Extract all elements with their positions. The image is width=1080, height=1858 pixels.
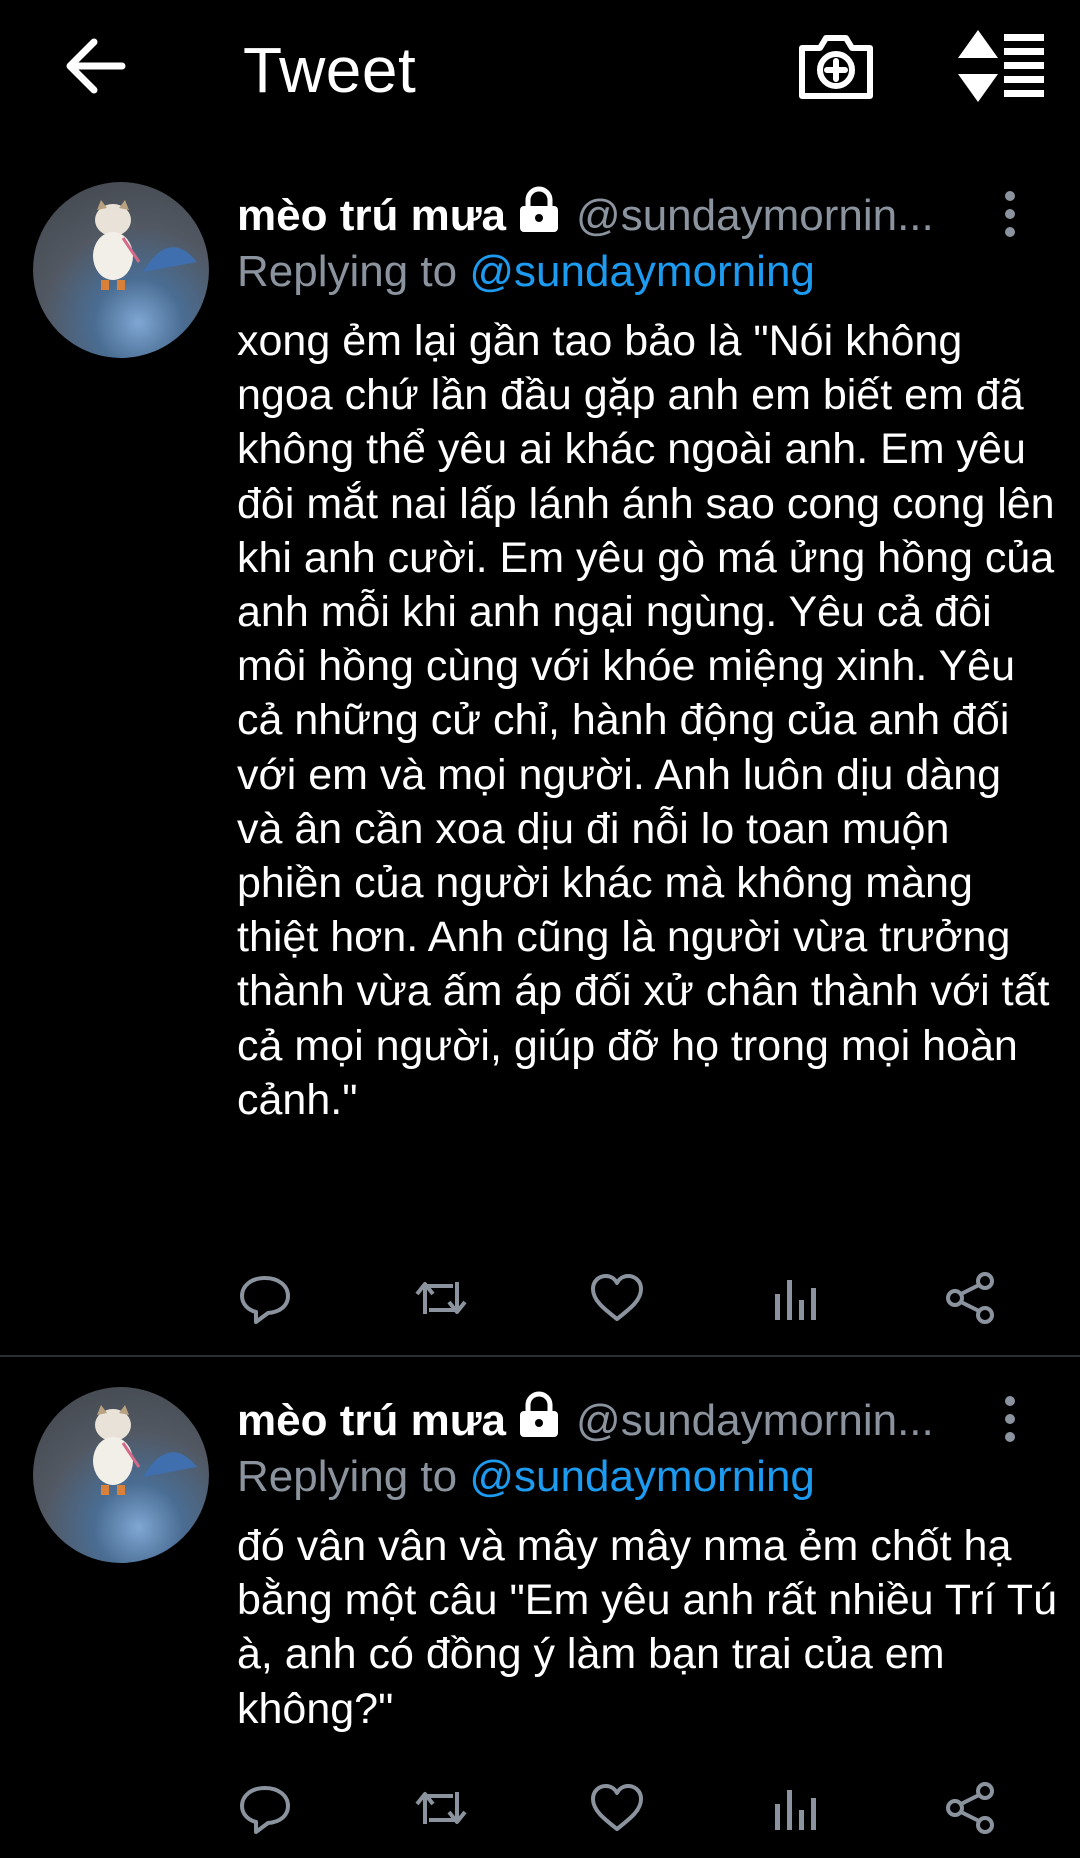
more-options-button[interactable]	[990, 1393, 1030, 1445]
share-icon	[946, 1272, 994, 1324]
replying-label: Replying to	[237, 1452, 458, 1501]
more-options-button[interactable]	[990, 188, 1030, 240]
tweet[interactable]: mèo trú mưa @sundaymornin... Replying to…	[0, 170, 1080, 1357]
cat-figure-icon	[93, 200, 141, 290]
mention-link[interactable]: @sundaymorning	[469, 1452, 815, 1501]
retweet-icon	[415, 1792, 467, 1824]
share-icon	[946, 1782, 994, 1834]
back-button[interactable]	[60, 30, 132, 102]
sort-list-icon	[958, 30, 1044, 102]
lock-icon	[520, 186, 559, 232]
tweet-actions	[237, 1780, 1037, 1840]
tweet-actions	[237, 1270, 1037, 1330]
reply-icon	[240, 1276, 290, 1324]
retweet-button[interactable]	[413, 1780, 473, 1840]
retweet-icon	[415, 1282, 467, 1314]
tweet-header: mèo trú mưa @sundaymornin...	[237, 1391, 934, 1449]
sort-button[interactable]	[952, 28, 1048, 104]
analytics-icon	[775, 1280, 816, 1320]
more-vertical-icon	[1005, 191, 1015, 237]
like-button[interactable]	[589, 1270, 649, 1330]
heart-icon	[591, 1784, 643, 1831]
display-name[interactable]: mèo trú mưa	[237, 1396, 506, 1445]
umbrella-icon	[143, 1452, 197, 1477]
reply-button[interactable]	[237, 1270, 297, 1330]
page-title: Tweet	[243, 34, 417, 106]
avatar[interactable]	[33, 182, 209, 358]
analytics-button[interactable]	[767, 1270, 827, 1330]
heart-icon	[591, 1274, 643, 1321]
mention-link[interactable]: @sundaymorning	[469, 247, 815, 296]
share-button[interactable]	[943, 1780, 1003, 1840]
like-button[interactable]	[589, 1780, 649, 1840]
replying-to: Replying to @sundaymorning	[237, 244, 815, 300]
camera-button[interactable]	[796, 26, 876, 106]
analytics-button[interactable]	[767, 1780, 827, 1840]
user-handle[interactable]: @sundaymornin...	[576, 1396, 934, 1445]
umbrella-icon	[143, 247, 197, 272]
tweet-text: xong ẻm lại gần tao bảo là "Nói không ng…	[237, 317, 1055, 1124]
camera-add-icon	[799, 35, 873, 99]
lock-icon	[520, 1391, 559, 1437]
display-name[interactable]: mèo trú mưa	[237, 191, 506, 240]
tweet[interactable]: mèo trú mưa @sundaymornin... Replying to…	[0, 1375, 1080, 1858]
arrow-left-icon	[66, 38, 126, 94]
reply-button[interactable]	[237, 1780, 297, 1840]
tweet-header: mèo trú mưa @sundaymornin...	[237, 186, 934, 244]
more-vertical-icon	[1005, 1396, 1015, 1442]
replying-to: Replying to @sundaymorning	[237, 1449, 815, 1505]
user-handle[interactable]: @sundaymornin...	[576, 191, 934, 240]
retweet-button[interactable]	[413, 1270, 473, 1330]
reply-icon	[240, 1786, 290, 1834]
top-bar: Tweet	[0, 0, 1080, 140]
tweet-text: đó vân vân và mây mây nma ẻm chốt hạ bằn…	[237, 1522, 1057, 1733]
cat-figure-icon	[93, 1405, 141, 1495]
replying-label: Replying to	[237, 247, 458, 296]
avatar[interactable]	[33, 1387, 209, 1563]
analytics-icon	[775, 1790, 816, 1830]
share-button[interactable]	[943, 1270, 1003, 1330]
